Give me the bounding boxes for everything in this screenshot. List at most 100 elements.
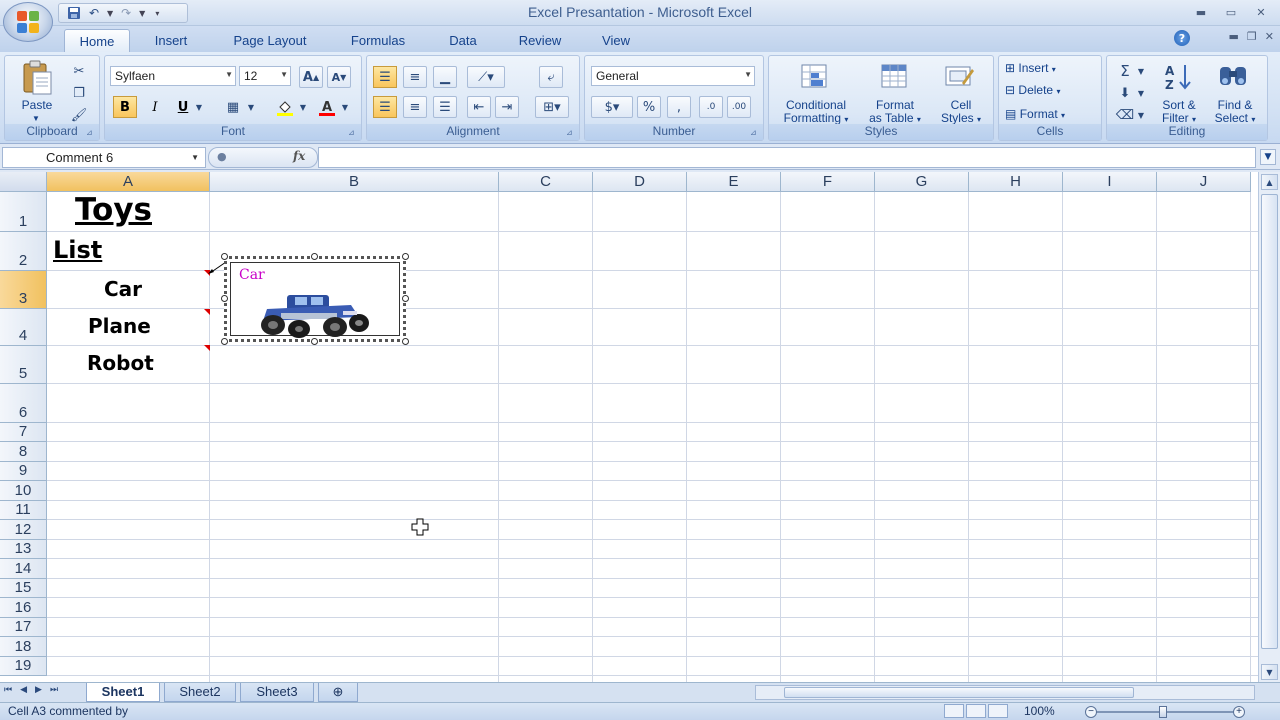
merge-center-icon[interactable]: ⊞▾ xyxy=(535,96,569,118)
row-header-19[interactable]: 19 xyxy=(0,657,47,676)
row-header-1[interactable]: 1 xyxy=(0,192,47,232)
align-left-icon[interactable]: ☰ xyxy=(373,96,397,118)
insert-function-icon[interactable]: fx xyxy=(293,149,305,163)
accounting-format-icon[interactable]: $▾ xyxy=(591,96,633,118)
comment-box[interactable]: Car xyxy=(221,253,409,345)
fill-dropdown-icon[interactable]: ▼ xyxy=(1135,82,1147,104)
tab-page-layout[interactable]: Page Layout xyxy=(220,29,320,52)
row-header-4[interactable]: 4 xyxy=(0,309,47,346)
wrap-text-icon[interactable]: ⤶ xyxy=(539,66,563,88)
zoom-slider[interactable]: − + xyxy=(1085,706,1245,718)
row-header-18[interactable]: 18 xyxy=(0,637,47,657)
cell-a4[interactable]: Plane xyxy=(88,314,151,338)
cell-a3[interactable]: Car xyxy=(104,277,142,301)
insert-cells-button[interactable]: ⊞ Insert ▾ xyxy=(1005,62,1099,76)
column-header-c[interactable]: C xyxy=(499,172,593,192)
align-middle-icon[interactable]: ≡ xyxy=(403,66,427,88)
fill-icon[interactable]: ⬇ xyxy=(1113,82,1137,104)
shrink-font-icon[interactable]: A ▼ xyxy=(327,66,351,88)
resize-handle-w[interactable] xyxy=(221,295,228,302)
find-select-icon[interactable] xyxy=(1213,60,1253,92)
font-name-dropdown-icon[interactable]: ▼ xyxy=(225,70,233,79)
maximize-icon[interactable]: ▭ xyxy=(1216,2,1246,22)
last-sheet-icon[interactable]: ⏭ xyxy=(50,685,58,695)
italic-icon[interactable]: I xyxy=(143,96,167,118)
underline-icon[interactable]: U xyxy=(171,96,195,118)
workbook-minimize-icon[interactable]: ▬ xyxy=(1229,30,1239,43)
row-header-7[interactable]: 7 xyxy=(0,423,47,442)
column-header-g[interactable]: G xyxy=(875,172,969,192)
cut-icon[interactable]: ✂ xyxy=(67,60,91,82)
column-header-i[interactable]: I xyxy=(1063,172,1157,192)
column-header-e[interactable]: E xyxy=(687,172,781,192)
column-header-h[interactable]: H xyxy=(969,172,1063,192)
find-select-button[interactable]: Find & Select ▾ xyxy=(1205,99,1265,126)
align-bottom-icon[interactable]: ▁ xyxy=(433,66,457,88)
fill-color-icon[interactable] xyxy=(273,96,297,118)
expand-formula-bar-icon[interactable]: ▼ xyxy=(1260,149,1276,165)
resize-handle-n[interactable] xyxy=(311,253,318,260)
minimize-icon[interactable]: ▬ xyxy=(1186,2,1216,22)
resize-handle-se[interactable] xyxy=(402,338,409,345)
column-header-a[interactable]: A xyxy=(47,172,210,192)
zoom-slider-knob[interactable] xyxy=(1159,706,1167,718)
borders-dropdown-icon[interactable]: ▼ xyxy=(245,96,257,118)
page-break-view-icon[interactable] xyxy=(988,704,1008,718)
tab-home[interactable]: Home xyxy=(64,29,130,52)
percent-style-icon[interactable]: % xyxy=(637,96,661,118)
column-header-f[interactable]: F xyxy=(781,172,875,192)
decrease-indent-icon[interactable]: ⇤ xyxy=(467,96,491,118)
row-header-11[interactable]: 11 xyxy=(0,501,47,520)
resize-handle-sw[interactable] xyxy=(221,338,228,345)
sheet-tab-sheet2[interactable]: Sheet2 xyxy=(164,683,236,702)
close-icon[interactable]: ✕ xyxy=(1246,2,1276,22)
help-icon[interactable]: ? xyxy=(1174,30,1190,46)
row-header-10[interactable]: 10 xyxy=(0,481,47,501)
orientation-icon[interactable]: ⟋▾ xyxy=(467,66,505,88)
number-launcher-icon[interactable]: ⊿ xyxy=(750,128,760,138)
cell-a1[interactable]: Toys xyxy=(75,192,152,228)
resize-handle-ne[interactable] xyxy=(402,253,409,260)
copy-icon[interactable]: ❐ xyxy=(67,82,91,104)
increase-decimal-icon[interactable]: .0 xyxy=(699,96,723,118)
font-size-dropdown-icon[interactable]: ▼ xyxy=(280,70,288,79)
horizontal-scroll-thumb[interactable] xyxy=(784,687,1134,698)
resize-handle-e[interactable] xyxy=(402,295,409,302)
fill-color-dropdown-icon[interactable]: ▼ xyxy=(297,96,309,118)
spreadsheet-grid[interactable]: ABCDEFGHIJ 1 2 3 4 5 6 7 8 9 10 11 12 13 14 15 16 17 18 19… xyxy=(0,172,1258,682)
office-button[interactable] xyxy=(3,2,53,42)
row-header-6[interactable]: 6 xyxy=(0,384,47,423)
font-color-icon[interactable]: A xyxy=(315,96,339,118)
sort-filter-icon[interactable]: AZ xyxy=(1159,60,1199,92)
font-color-dropdown-icon[interactable]: ▼ xyxy=(339,96,351,118)
tab-insert[interactable]: Insert xyxy=(140,29,202,52)
increase-indent-icon[interactable]: ⇥ xyxy=(495,96,519,118)
scroll-up-icon[interactable]: ▲ xyxy=(1261,174,1278,190)
paste-icon[interactable] xyxy=(17,60,57,96)
zoom-out-icon[interactable]: − xyxy=(1085,706,1097,718)
column-header-j[interactable]: J xyxy=(1157,172,1251,192)
cell-a2[interactable]: List xyxy=(53,236,102,264)
resize-handle-nw[interactable] xyxy=(221,253,228,260)
format-as-table-button[interactable]: Format as Table ▾ xyxy=(863,99,927,126)
horizontal-scrollbar[interactable] xyxy=(755,685,1255,700)
align-center-icon[interactable]: ≡ xyxy=(403,96,427,118)
cancel-formula-icon[interactable]: ● xyxy=(217,150,227,163)
autosum-icon[interactable]: Σ xyxy=(1113,60,1137,82)
format-cells-button[interactable]: ▤ Format ▾ xyxy=(1005,108,1099,122)
scroll-down-icon[interactable]: ▼ xyxy=(1261,664,1278,680)
vertical-scroll-thumb[interactable] xyxy=(1261,194,1278,649)
sheet-tab-sheet3[interactable]: Sheet3 xyxy=(240,683,314,702)
select-all-corner[interactable] xyxy=(0,172,47,192)
tab-review[interactable]: Review xyxy=(508,29,572,52)
alignment-launcher-icon[interactable]: ⊿ xyxy=(566,128,576,138)
insert-worksheet-icon[interactable]: ⊕ xyxy=(318,683,358,702)
prev-sheet-icon[interactable]: ◀ xyxy=(20,685,27,695)
cell-a5[interactable]: Robot xyxy=(87,351,154,375)
underline-dropdown-icon[interactable]: ▼ xyxy=(193,96,205,118)
cell-styles-button[interactable]: Cell Styles ▾ xyxy=(931,99,991,126)
row-header-13[interactable]: 13 xyxy=(0,540,47,559)
number-format-dropdown-icon[interactable]: ▼ xyxy=(744,70,752,79)
align-top-icon[interactable]: ☰ xyxy=(373,66,397,88)
row-header-14[interactable]: 14 xyxy=(0,559,47,579)
